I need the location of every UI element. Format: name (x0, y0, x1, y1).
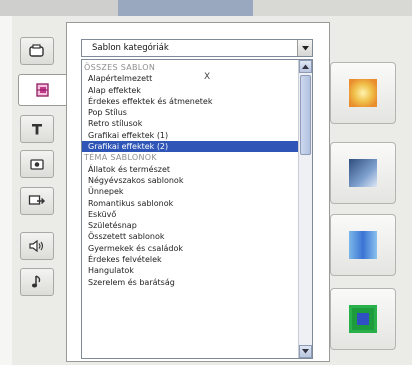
list-scrollbar[interactable] (298, 60, 312, 358)
template-panel: Sablon kategóriák ÖSSZES SABLON Alapértel… (66, 22, 330, 362)
scroll-down-button[interactable] (299, 345, 312, 358)
top-bar (0, 0, 412, 16)
film-icon (29, 44, 44, 57)
chevron-up-icon (302, 64, 309, 69)
list-item[interactable]: Alap effektek (82, 85, 299, 96)
list-item[interactable]: Születésnap (82, 220, 299, 231)
audio-tab[interactable] (20, 232, 54, 260)
category-dropdown[interactable]: Sablon kategóriák (81, 39, 313, 57)
list-item[interactable]: Ünnepek (82, 186, 299, 197)
music-tab[interactable] (20, 268, 54, 296)
category-list[interactable]: ÖSSZES SABLON Alapértelmezett Alap effekte… (81, 59, 313, 359)
chevron-down-icon (302, 349, 309, 354)
list-item[interactable]: Alapértelmezett (82, 73, 299, 84)
preview-image (349, 79, 377, 107)
preview-blue-waves[interactable] (330, 214, 396, 276)
scroll-thumb[interactable] (300, 75, 311, 155)
list-group-header: TÉMA SABLONOK (84, 153, 157, 163)
list-item[interactable]: Romantikus sablonok (82, 198, 299, 209)
list-item[interactable]: Szerelem és barátság (82, 277, 299, 288)
preview-yellow-glow[interactable] (330, 62, 396, 124)
text-tab[interactable] (20, 115, 54, 143)
speaker-icon (29, 239, 44, 253)
list-item[interactable]: Gyermekek és családok (82, 243, 299, 254)
photo-icon (30, 159, 44, 170)
category-dropdown-value: Sablon kategóriák (92, 43, 169, 53)
dropdown-button[interactable] (297, 40, 312, 56)
list-item[interactable]: Esküvő (82, 209, 299, 220)
list-item[interactable]: Grafikai effektek (2) (82, 141, 299, 153)
list-item[interactable]: Négyévszakos sablonok (82, 175, 299, 186)
list-item[interactable]: Retro stílusok (82, 118, 299, 129)
list-item[interactable]: Összetett sablonok (82, 231, 299, 242)
preview-image (349, 159, 377, 187)
list-item[interactable]: Hangulatok (82, 265, 299, 276)
top-bar-right (253, 0, 412, 16)
preview-blue-photo[interactable] (330, 142, 396, 204)
chevron-down-icon (301, 45, 309, 50)
list-item[interactable]: Grafikai effektek (1) (82, 130, 299, 141)
text-icon (32, 124, 42, 135)
preview-image (349, 231, 377, 259)
list-item[interactable]: Érdekes effektek és átmenetek (82, 96, 299, 107)
list-item[interactable]: Pop Stílus (82, 107, 299, 118)
top-bar-highlight (118, 0, 253, 16)
transition-icon (28, 195, 45, 205)
photo-tab[interactable] (20, 150, 54, 178)
preview-image (349, 305, 377, 333)
preview-green-frame[interactable] (330, 288, 396, 350)
scroll-up-button[interactable] (299, 60, 312, 73)
list-item[interactable]: Állatok és természet (82, 164, 299, 175)
top-bar-left (0, 0, 118, 16)
list-group-header: ÖSSZES SABLON (84, 63, 156, 72)
template-icon (35, 83, 49, 97)
left-edge (0, 16, 12, 365)
transition-tab[interactable] (20, 187, 54, 215)
template-tab[interactable] (18, 74, 66, 106)
music-note-icon (31, 275, 41, 288)
video-tab[interactable] (20, 37, 54, 65)
category-rows: ÖSSZES SABLON Alapértelmezett Alap effekte… (82, 62, 299, 288)
list-item[interactable]: Érdekes felvételek (82, 254, 299, 265)
mouse-cursor-mark: X (204, 72, 211, 82)
